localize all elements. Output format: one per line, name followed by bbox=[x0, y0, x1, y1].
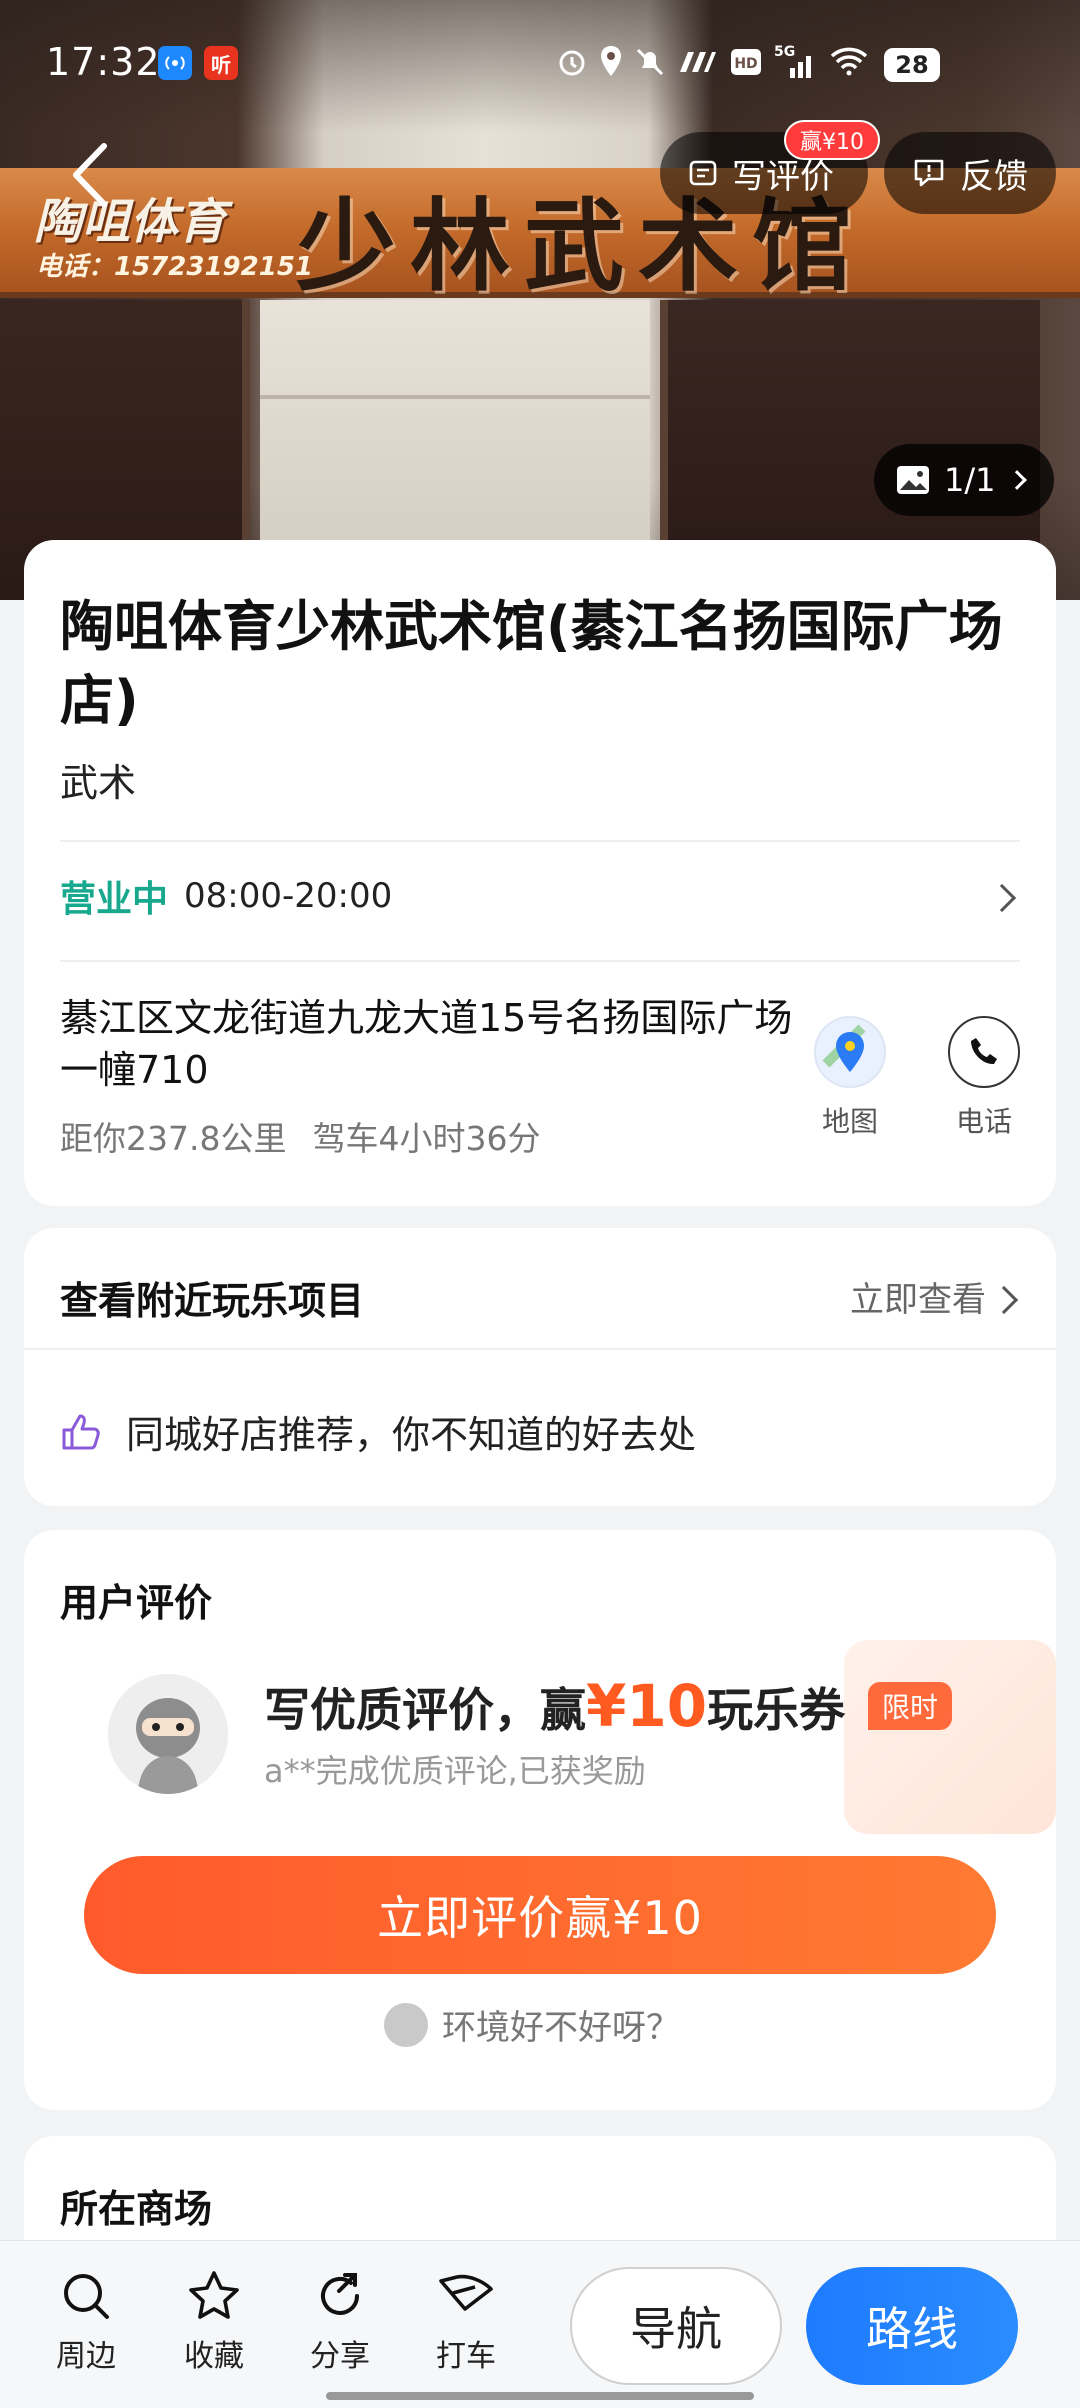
photo-count-button[interactable]: 1/1 bbox=[874, 444, 1054, 516]
star-icon bbox=[189, 2271, 239, 2319]
search-icon bbox=[64, 2274, 109, 2319]
broadcast-app-icon bbox=[158, 46, 192, 80]
divider bbox=[24, 1348, 1056, 1350]
review-note-icon bbox=[689, 160, 717, 186]
taxi-tab-label: 打车 bbox=[436, 2339, 496, 2374]
business-hours: 08:00-20:00 bbox=[184, 876, 393, 916]
svg-text:HD: HD bbox=[734, 56, 757, 72]
nearby-tab[interactable]: 周边 bbox=[36, 2269, 136, 2375]
user-reviews-card: 用户评价 写优质评价，赢¥10玩乐券 限时 a**完成优质评论,已获奖励 立即评… bbox=[24, 1530, 1056, 2110]
bottom-action-bar: 周边 收藏 分享 打车 导航 路线 bbox=[0, 2240, 1080, 2408]
image-icon bbox=[897, 466, 929, 494]
nearby-view-link[interactable]: 立即查看 bbox=[850, 1272, 986, 1321]
sign-brand-text: 陶咀体育 bbox=[34, 194, 227, 250]
promo-amount: ¥10 bbox=[586, 1672, 708, 1740]
nearby-card: 查看附近玩乐项目 立即查看 同城好店推荐，你不知道的好去处 bbox=[24, 1228, 1056, 1506]
svg-text:5G: 5G bbox=[774, 44, 795, 60]
photo-chevron-icon bbox=[1006, 470, 1027, 490]
share-tab[interactable]: 分享 bbox=[290, 2269, 390, 2375]
open-status: 营业中 bbox=[60, 879, 169, 920]
navigate-button[interactable]: 导航 bbox=[570, 2267, 782, 2385]
promo-headline: 写优质评价，赢¥10玩乐券 bbox=[264, 1672, 845, 1740]
distance-info: 距你237.8公里 驾车4小时36分 bbox=[60, 1112, 540, 1160]
feedback-icon bbox=[914, 159, 944, 187]
home-indicator[interactable] bbox=[326, 2392, 754, 2400]
review-now-button[interactable]: 立即评价赢¥10 bbox=[84, 1856, 996, 1974]
store-info-card: 陶咀体育少林武术馆(綦江名扬国际广场店) 武术 营业中 08:00-20:00 … bbox=[24, 540, 1056, 1206]
recommend-row[interactable]: 同城好店推荐，你不知道的好去处 bbox=[60, 1404, 696, 1459]
back-button[interactable] bbox=[64, 140, 124, 210]
signal-5g-icon: 5G bbox=[774, 44, 811, 78]
review-prompt-text: 环境好不好呀？ bbox=[442, 2008, 680, 2048]
store-address[interactable]: 綦江区文龙街道九龙大道15号名扬国际广场一幢710 bbox=[60, 992, 820, 1096]
mall-card: 所在商场 bbox=[24, 2136, 1056, 2256]
feedback-button[interactable]: 反馈 bbox=[884, 132, 1056, 214]
review-prompt[interactable]: 环境好不好呀？ bbox=[384, 2000, 680, 2049]
phone-button[interactable] bbox=[948, 1016, 1020, 1088]
location-icon bbox=[601, 46, 621, 76]
thumbs-up-icon bbox=[62, 1414, 100, 1449]
hd-icon: HD bbox=[731, 49, 761, 75]
listen-app-icon: 听 bbox=[204, 46, 238, 80]
phone-label: 电话 bbox=[955, 1105, 1012, 1138]
wifi-icon bbox=[830, 47, 868, 76]
nearby-tab-label: 周边 bbox=[56, 2339, 116, 2374]
phone-icon bbox=[971, 1038, 997, 1065]
coupon-decoration bbox=[844, 1640, 1056, 1834]
alarm-icon bbox=[559, 50, 585, 76]
sign-phone-text: 电话：15723192151 bbox=[36, 252, 313, 282]
map-label: 地图 bbox=[821, 1105, 878, 1138]
map-button[interactable] bbox=[814, 1016, 886, 1088]
map-pin-icon bbox=[822, 1024, 866, 1072]
taxi-tab[interactable]: 打车 bbox=[416, 2269, 516, 2375]
drive-time-text: 驾车4小时36分 bbox=[312, 1119, 541, 1158]
promo-subtext: a**完成优质评论,已获奖励 bbox=[264, 1752, 646, 1790]
status-time: 17:32 bbox=[46, 40, 161, 84]
mascot-avatar bbox=[108, 1674, 228, 1794]
feedback-label: 反馈 bbox=[960, 156, 1028, 197]
share-tab-label: 分享 bbox=[310, 2339, 370, 2374]
favorite-tab-label: 收藏 bbox=[184, 2339, 244, 2374]
nearby-title: 查看附近玩乐项目 bbox=[60, 1279, 365, 1323]
favorite-tab[interactable]: 收藏 bbox=[164, 2269, 264, 2375]
business-hours-row[interactable]: 营业中 08:00-20:00 bbox=[60, 866, 1020, 926]
promo-suffix: 玩乐券 bbox=[707, 1683, 846, 1737]
reviews-title: 用户评价 bbox=[60, 1581, 213, 1625]
recommend-text: 同城好店推荐，你不知道的好去处 bbox=[126, 1413, 697, 1457]
distance-text: 距你237.8公里 bbox=[60, 1119, 287, 1158]
route-button[interactable]: 路线 bbox=[806, 2267, 1018, 2385]
mall-title: 所在商场 bbox=[60, 2187, 213, 2231]
prompt-avatar bbox=[384, 2002, 428, 2047]
store-category: 武术 bbox=[60, 761, 137, 805]
divider bbox=[60, 840, 1020, 842]
taxi-icon bbox=[439, 2274, 493, 2311]
promo-prefix: 写优质评价，赢 bbox=[264, 1683, 586, 1737]
nfc-icon bbox=[680, 52, 716, 72]
battery-indicator: 28 bbox=[884, 48, 940, 82]
limited-time-tag: 限时 bbox=[868, 1682, 953, 1730]
photo-count-text: 1/1 bbox=[944, 461, 996, 499]
nearby-chevron-icon bbox=[989, 1285, 1019, 1315]
divider bbox=[60, 960, 1020, 962]
share-icon bbox=[321, 2273, 359, 2315]
status-bar: 17:32 听 HD 5G 28 bbox=[0, 0, 1080, 120]
store-title: 陶咀体育少林武术馆(綦江名扬国际广场店) bbox=[60, 595, 1003, 732]
mute-bell-icon bbox=[636, 48, 664, 76]
review-reward-badge: 赢¥10 bbox=[784, 120, 880, 160]
